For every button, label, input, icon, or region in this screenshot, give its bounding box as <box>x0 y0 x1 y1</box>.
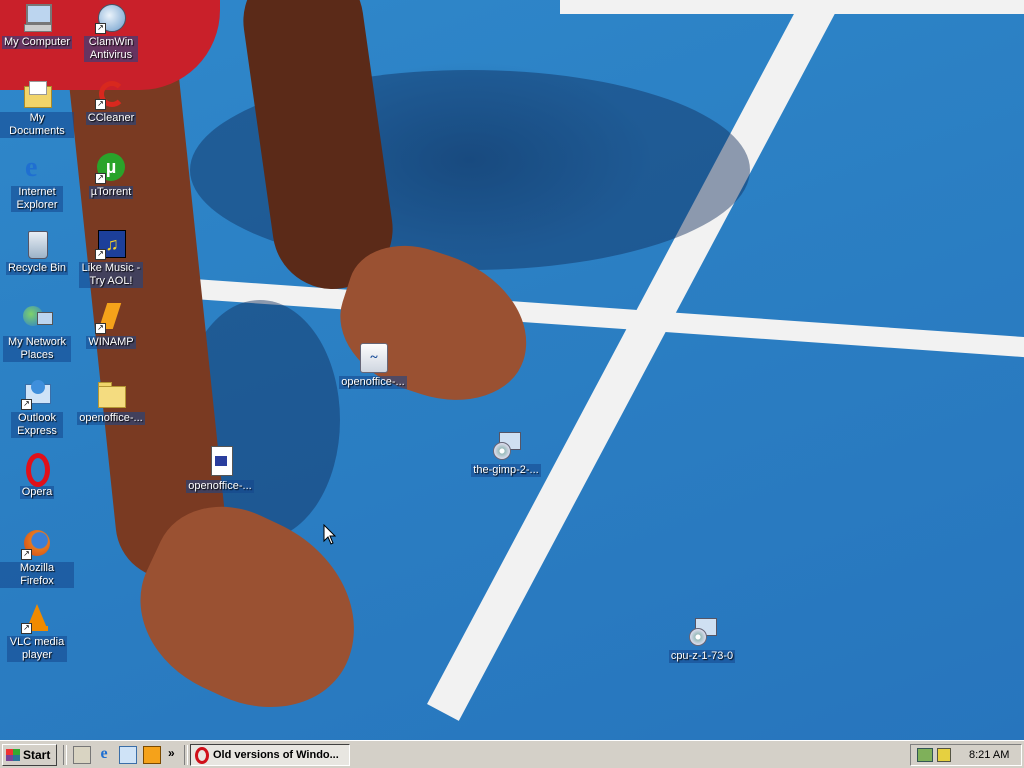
desktop-icon-label: the-gimp-2-... <box>471 464 541 477</box>
desktop-icon-my-documents[interactable]: My Documents <box>0 78 74 138</box>
desktop-icon-label: openoffice-... <box>186 480 254 493</box>
desktop-icon-cpuz-installer[interactable]: cpu-z-1-73-0 <box>665 616 739 663</box>
desktop-icon-label: Mozilla Firefox <box>0 562 74 588</box>
shortcut-arrow-icon: ↗ <box>95 249 106 260</box>
taskbar: Start e » Old versions of Windo... 8:21 … <box>0 740 1024 768</box>
ccleaner-icon: ↗ <box>95 78 127 110</box>
desktop-icon-label: Outlook Express <box>11 412 63 438</box>
folder-icon <box>95 378 127 410</box>
desktop-icon-label: My Documents <box>0 112 74 138</box>
desktop-icon-openoffice-installer[interactable]: ~ openoffice-... <box>336 342 410 389</box>
desktop-icon-label: Recycle Bin <box>5 262 69 275</box>
desktop-icon-label: CCleaner <box>85 112 137 125</box>
taskbar-window-button[interactable]: Old versions of Windo... <box>190 744 350 766</box>
start-label: Start <box>23 748 51 762</box>
desktop-icon-label: cpu-z-1-73-0 <box>668 650 736 663</box>
desktop-icon-gimp-installer[interactable]: the-gimp-2-... <box>469 430 543 477</box>
desktop-icon-label: My Computer <box>1 36 73 49</box>
windows-logo-icon <box>6 749 20 761</box>
desktop-icon-label: openoffice-... <box>77 412 145 425</box>
network-tray-icon[interactable] <box>917 748 933 762</box>
shortcut-arrow-icon: ↗ <box>21 549 32 560</box>
show-desktop-icon[interactable] <box>73 746 91 764</box>
desktop-icon-openoffice-file[interactable]: openoffice-... <box>183 446 257 493</box>
aol-music-icon: ♫ ↗ <box>95 228 127 260</box>
shortcut-arrow-icon: ↗ <box>21 399 32 410</box>
desktop-icon-opera[interactable]: Opera <box>0 452 74 499</box>
shortcut-arrow-icon: ↗ <box>95 173 106 184</box>
desktop-icon-network-places[interactable]: My Network Places <box>0 302 74 362</box>
desktop-icon-winamp[interactable]: ↗ WINAMP <box>74 302 148 349</box>
shortcut-arrow-icon: ↗ <box>21 623 32 634</box>
power-tray-icon[interactable] <box>937 748 951 762</box>
start-button[interactable]: Start <box>2 744 57 766</box>
desktop-icon-label: Opera <box>19 486 55 499</box>
vlc-icon: ↗ <box>21 602 53 634</box>
taskbar-window-title: Old versions of Windo... <box>213 749 339 761</box>
desktop-icon-recycle-bin[interactable]: Recycle Bin <box>0 228 74 275</box>
my-documents-icon <box>21 78 53 110</box>
clock[interactable]: 8:21 AM <box>969 749 1009 761</box>
desktop-icon-firefox[interactable]: ↗ Mozilla Firefox <box>0 528 74 588</box>
winamp-quicklaunch-icon[interactable] <box>143 746 161 764</box>
shortcut-arrow-icon: ↗ <box>95 99 106 110</box>
installer-icon <box>490 430 522 462</box>
taskbar-separator <box>184 745 188 765</box>
internet-explorer-quicklaunch-icon[interactable]: e <box>96 746 112 762</box>
recycle-bin-icon <box>21 228 53 260</box>
outlook-express-quicklaunch-icon[interactable] <box>119 746 137 764</box>
opera-small-icon <box>195 746 209 764</box>
desktop-icon-aol-music[interactable]: ♫ ↗ Like Music - Try AOL! <box>74 228 148 288</box>
desktop-icon-ccleaner[interactable]: ↗ CCleaner <box>74 78 148 125</box>
quick-launch-more-button[interactable]: » <box>168 746 175 760</box>
wallpaper-lane-line <box>560 0 1024 14</box>
desktop-icon-label: µTorrent <box>88 186 134 199</box>
desktop-icon-openoffice-folder[interactable]: openoffice-... <box>74 378 148 425</box>
desktop-icon-clamwin[interactable]: ↗ ClamWin Antivirus <box>74 2 148 62</box>
utorrent-icon: µ ↗ <box>95 152 127 184</box>
desktop-icon-label: VLC media player <box>7 636 67 662</box>
desktop-icon-internet-explorer[interactable]: e Internet Explorer <box>0 152 74 212</box>
openoffice-icon: ~ <box>357 342 389 374</box>
desktop-icon-outlook-express[interactable]: ↗ Outlook Express <box>0 378 74 438</box>
clamwin-icon: ↗ <box>95 2 127 34</box>
desktop-icon-label: WINAMP <box>86 336 136 349</box>
network-places-icon <box>21 302 53 334</box>
installer-icon <box>686 616 718 648</box>
desktop-icon-my-computer[interactable]: My Computer <box>0 2 74 49</box>
desktop-icon-utorrent[interactable]: µ ↗ µTorrent <box>74 152 148 199</box>
firefox-icon: ↗ <box>21 528 53 560</box>
quick-launch-separator <box>63 745 67 765</box>
desktop-icon-label: Like Music - Try AOL! <box>79 262 143 288</box>
internet-explorer-icon: e <box>25 152 38 183</box>
outlook-express-icon: ↗ <box>21 378 53 410</box>
desktop-icon-label: My Network Places <box>3 336 71 362</box>
system-tray: 8:21 AM <box>910 744 1022 766</box>
document-icon <box>204 446 236 478</box>
desktop-icon-label: ClamWin Antivirus <box>84 36 138 62</box>
desktop-icon-label: openoffice-... <box>339 376 407 389</box>
shortcut-arrow-icon: ↗ <box>95 323 106 334</box>
desktop[interactable]: My Computer My Documents e Internet Expl… <box>0 0 1024 740</box>
opera-icon <box>21 452 53 487</box>
my-computer-icon <box>21 2 53 34</box>
shortcut-arrow-icon: ↗ <box>95 23 106 34</box>
desktop-icon-label: Internet Explorer <box>11 186 63 212</box>
desktop-icon-vlc[interactable]: ↗ VLC media player <box>0 602 74 662</box>
winamp-icon: ↗ <box>95 302 127 334</box>
